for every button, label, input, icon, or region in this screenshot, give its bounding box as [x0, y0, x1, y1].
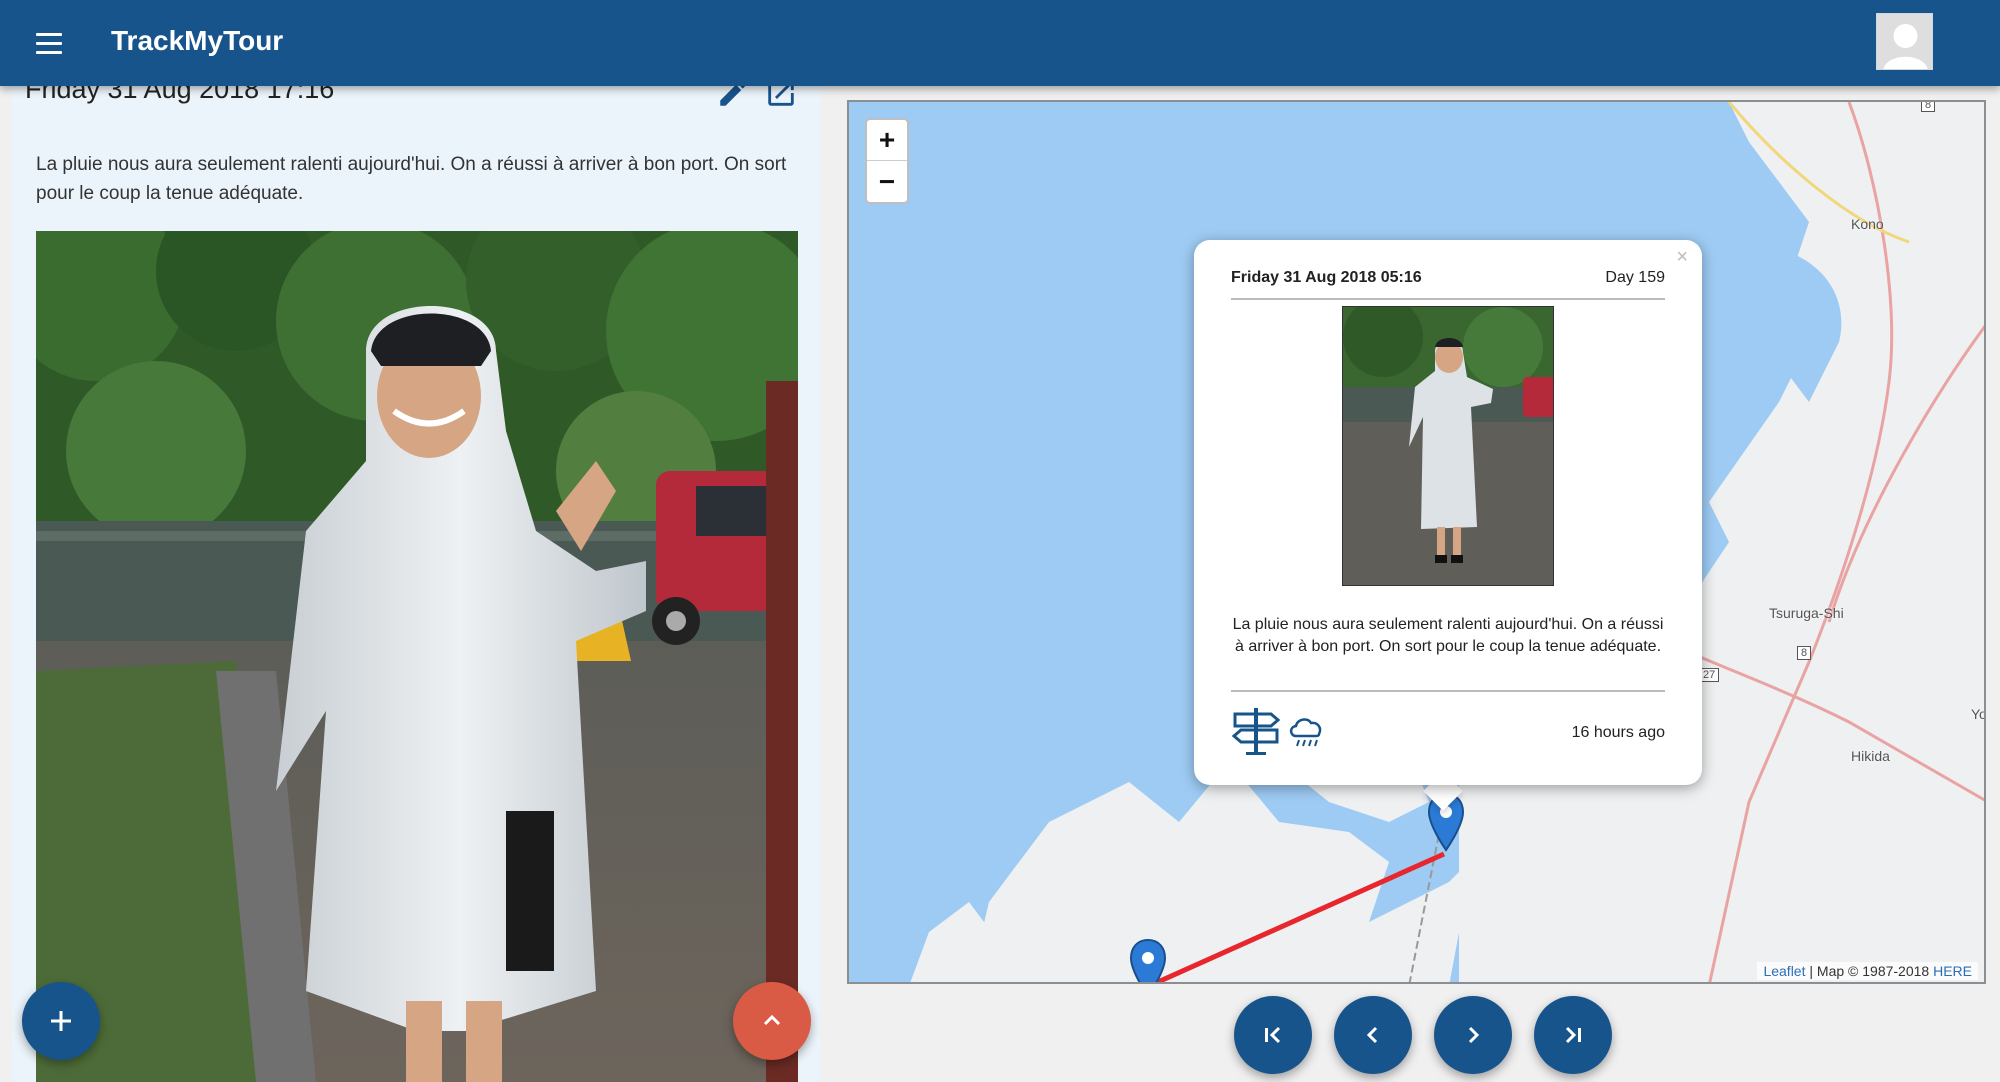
- place-label-hikida: Hikida: [1851, 748, 1890, 764]
- route-shield: 8: [1797, 646, 1812, 660]
- scroll-top-button[interactable]: [733, 982, 811, 1060]
- add-entry-button[interactable]: [22, 982, 100, 1060]
- menu-icon[interactable]: [30, 24, 70, 64]
- close-icon[interactable]: ×: [1676, 246, 1688, 269]
- popup-time-ago: 16 hours ago: [1571, 724, 1665, 741]
- place-label-tsuruga: Tsuruga-Shi: [1769, 605, 1844, 621]
- popup-photo[interactable]: [1342, 306, 1554, 586]
- popup-text: La pluie nous aura seulement ralenti auj…: [1232, 616, 1664, 655]
- chevron-right-icon: [1468, 1026, 1480, 1044]
- zoom-control: + −: [865, 118, 909, 204]
- divider: [1231, 298, 1665, 300]
- here-link[interactable]: HERE: [1933, 963, 1972, 979]
- route-shield: 27: [1699, 668, 1720, 682]
- entry-photo[interactable]: [36, 231, 798, 1082]
- rain-cloud-icon: [1286, 712, 1326, 752]
- chevron-left-icon: [1366, 1026, 1378, 1044]
- previous-entry-button[interactable]: [1334, 996, 1412, 1074]
- entry-panel: Friday 31 Aug 2018 17:16 La pluie nous a…: [12, 86, 820, 1082]
- popup-day: Day 159: [1605, 269, 1665, 286]
- leaflet-link[interactable]: Leaflet: [1763, 963, 1805, 979]
- place-label-yo: Yo: [1971, 706, 1986, 722]
- zoom-out-button[interactable]: −: [867, 161, 907, 202]
- app-bar: TrackMyTour: [0, 0, 2000, 86]
- map-popup: × Friday 31 Aug 2018 05:16 Day 159 La pl…: [1194, 240, 1702, 785]
- skip-first-icon: [1265, 1026, 1281, 1044]
- edit-icon[interactable]: [716, 86, 750, 110]
- zoom-in-button[interactable]: +: [867, 120, 907, 161]
- route-shield: 8: [1921, 102, 1936, 112]
- skip-last-icon: [1565, 1026, 1581, 1044]
- divider: [1231, 690, 1665, 692]
- user-avatar-icon[interactable]: [1876, 13, 1933, 70]
- last-entry-button[interactable]: [1534, 996, 1612, 1074]
- place-label-kono: Kono: [1851, 216, 1884, 232]
- open-in-new-icon[interactable]: [764, 86, 798, 110]
- popup-date: Friday 31 Aug 2018 05:16: [1231, 269, 1422, 286]
- map[interactable]: Kono Tsuruga-Shi Hikida Yo 8 8 27 + − × …: [847, 100, 1986, 984]
- chevron-up-icon: [763, 1014, 781, 1026]
- entry-date: Friday 31 Aug 2018 17:16: [25, 86, 335, 104]
- attribution-text: | Map © 1987-2018: [1805, 963, 1934, 979]
- map-attribution: Leaflet | Map © 1987-2018 HERE: [1757, 962, 1978, 980]
- plus-icon: [51, 1011, 71, 1031]
- signpost-icon: [1231, 706, 1281, 756]
- entry-text: La pluie nous aura seulement ralenti auj…: [36, 154, 787, 204]
- map-marker-icon[interactable]: [1129, 938, 1167, 984]
- next-entry-button[interactable]: [1434, 996, 1512, 1074]
- app-title[interactable]: TrackMyTour: [111, 25, 283, 57]
- first-entry-button[interactable]: [1234, 996, 1312, 1074]
